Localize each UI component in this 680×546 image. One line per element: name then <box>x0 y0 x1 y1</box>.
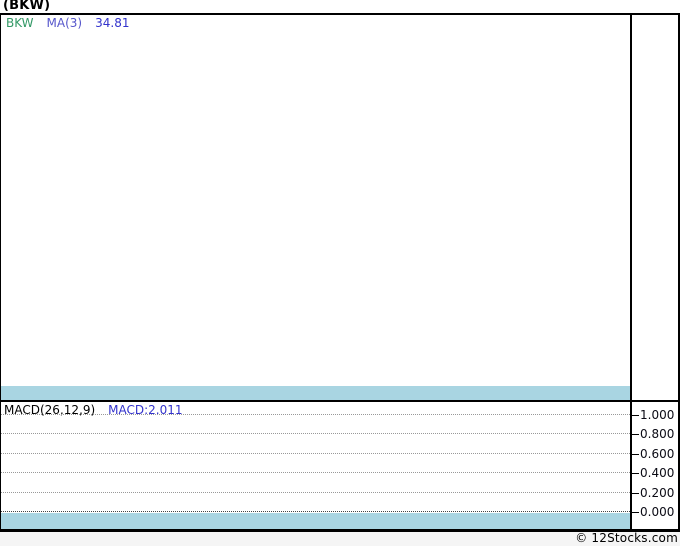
axis-tick-label: 0.200 <box>640 486 675 500</box>
axis-tick-label: 0.600 <box>640 447 675 461</box>
chart-top-border <box>0 13 680 15</box>
macd-gridline <box>1 492 630 493</box>
stock-chart-root: (BKW) BKW MA(3) 34.81 MACD(26,12,9) MACD:2.… <box>0 0 680 546</box>
macd-gridline <box>1 453 630 454</box>
macd-gridline <box>1 414 630 415</box>
axis-tick <box>632 434 639 435</box>
panel-divider <box>0 400 680 402</box>
axis-tick <box>632 493 639 494</box>
legend-ticker: BKW <box>6 16 34 30</box>
page-title: (BKW) <box>3 0 51 13</box>
price-legend: BKW MA(3) 34.81 <box>6 16 142 30</box>
footer-credit: © 12Stocks.com <box>575 531 678 545</box>
macd-gridline <box>1 511 630 512</box>
price-panel-bottom-band <box>1 386 630 400</box>
legend-ma-value: 34.81 <box>95 16 130 30</box>
macd-gridline <box>1 433 630 434</box>
axis-tick <box>632 512 639 513</box>
axis-tick <box>632 473 639 474</box>
macd-panel-bottom-band <box>1 513 630 529</box>
axis-tick-label: 0.800 <box>640 427 675 441</box>
chart-left-border <box>0 13 1 532</box>
axis-tick <box>632 454 639 455</box>
macd-gridline <box>1 472 630 473</box>
axis-tick-label: 0.000 <box>640 505 675 519</box>
axis-tick-label: 1.000 <box>640 408 675 422</box>
axis-tick-label: 0.400 <box>640 466 675 480</box>
axis-tick <box>632 415 639 416</box>
legend-ma-label: MA(3) <box>46 16 83 30</box>
